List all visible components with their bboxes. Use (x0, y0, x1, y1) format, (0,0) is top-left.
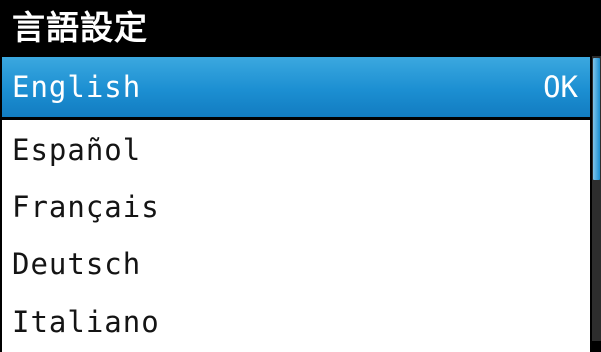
language-item-italian[interactable]: Italiano (2, 292, 590, 352)
screen-title: 言語設定 (12, 8, 148, 47)
language-label: Français (12, 190, 160, 224)
title-bar: 言語設定 (0, 0, 601, 56)
language-label: Español (12, 133, 142, 167)
language-list: English OK Español Français Deutsch Ital… (2, 56, 590, 352)
language-item-english[interactable]: English OK (2, 57, 590, 117)
language-label: Deutsch (12, 247, 142, 281)
scrollbar-thumb[interactable] (593, 58, 600, 180)
scrollbar[interactable] (592, 56, 601, 341)
language-label: English (12, 70, 142, 104)
selected-status-ok: OK (543, 70, 578, 104)
language-item-french[interactable]: Français (2, 177, 590, 237)
language-label: Italiano (12, 305, 160, 339)
language-item-german[interactable]: Deutsch (2, 234, 590, 294)
language-item-spanish[interactable]: Español (2, 120, 590, 180)
